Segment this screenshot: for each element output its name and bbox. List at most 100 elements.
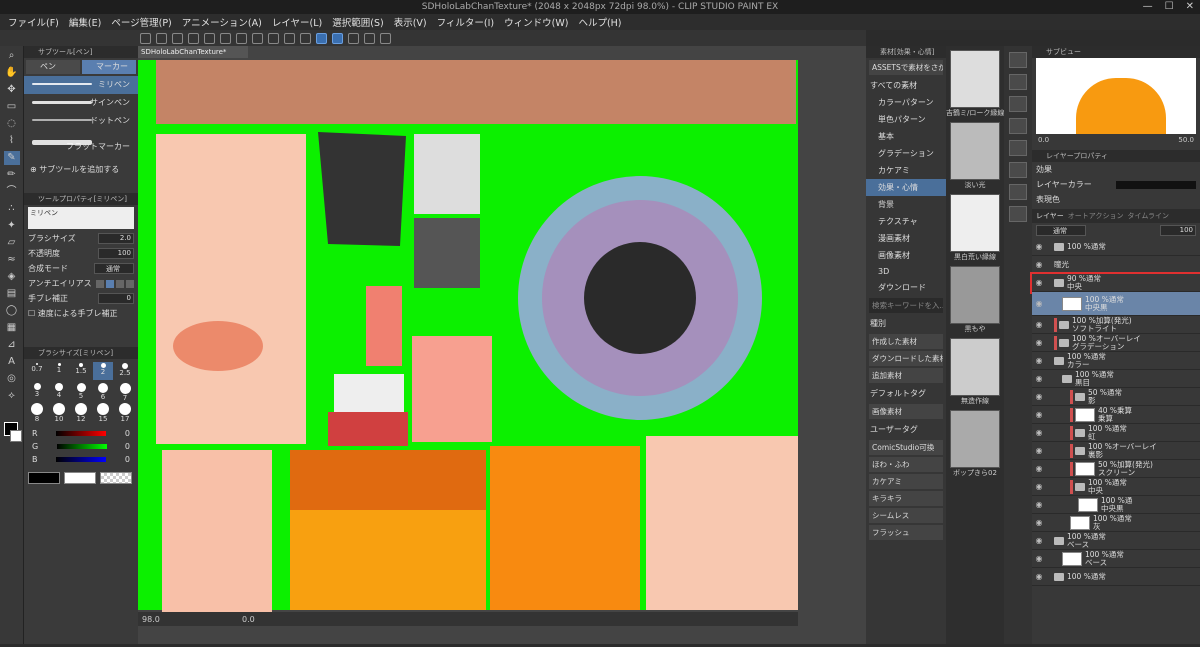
tab-timeline[interactable]: タイムライン [1127,211,1169,221]
material-type-item[interactable]: 作成した素材 [869,334,943,349]
r-slider[interactable] [56,431,107,436]
b-value[interactable]: 0 [125,455,130,464]
blend-mode-select[interactable]: 通常 [94,263,134,274]
eyedropper-icon[interactable]: ⌇ [4,134,20,148]
history-icon[interactable] [1009,118,1027,134]
subtool-tab-pen[interactable]: ペン [26,60,80,74]
menu-selection[interactable]: 選択範囲(S) [332,15,383,29]
redo-icon[interactable] [204,32,215,44]
airbrush-icon[interactable]: ∴ [4,202,20,216]
invert-selection-icon[interactable] [284,32,295,44]
frame-icon[interactable]: ▦ [4,321,20,335]
brush-icon[interactable]: ⌒ [4,185,20,199]
material-tree-item[interactable]: 単色パターン [866,111,946,128]
layer-row[interactable]: ◉ 100 %通常 カラー [1032,352,1200,370]
layer-row[interactable]: ◉ 100 %通常 ベース [1032,532,1200,550]
visibility-eye-icon[interactable]: ◉ [1032,374,1046,383]
clear-icon[interactable] [220,32,231,44]
brush-item-sign[interactable]: サインペン [24,94,138,112]
material-tree-item[interactable]: 漫画素材 [866,230,946,247]
new-icon[interactable] [140,32,151,44]
material-tree-item[interactable]: 効果・心情 [866,179,946,196]
subview-icon[interactable] [1009,74,1027,90]
layer-color-swatch[interactable] [1116,180,1196,189]
brush-size-preset[interactable]: 1 [49,362,69,380]
snap-ruler-icon[interactable] [316,32,327,44]
menu-edit[interactable]: 編集(E) [69,15,101,29]
layer-search-icon[interactable] [1009,140,1027,156]
layer-row[interactable]: ◉ 100 %オーバーレイ 裏影 [1032,442,1200,460]
material-thumbnail[interactable]: 黒白荒い縁線 [946,194,1004,262]
eraser-icon[interactable]: ▱ [4,236,20,250]
menu-help[interactable]: ヘルプ(H) [578,15,621,29]
color-history-white[interactable] [64,472,96,484]
brush-size-preset[interactable]: 5 [71,382,91,400]
brush-size-preset[interactable]: 8 [27,402,47,423]
brush-size-preset[interactable]: 2.5 [115,362,135,380]
user-tag-item[interactable]: フラッシュ [869,525,943,540]
visibility-eye-icon[interactable]: ◉ [1032,410,1046,419]
material-type-item[interactable]: 追加素材 [869,368,943,383]
layer-blend-select[interactable]: 通常 [1036,225,1086,236]
layer-row[interactable]: ◉ 瞳光 [1032,256,1200,274]
brush-size-preset[interactable]: 10 [49,402,69,423]
g-value[interactable]: 0 [125,442,130,451]
stabilization-input[interactable]: 0 [98,293,134,304]
visibility-eye-icon[interactable]: ◉ [1032,260,1046,269]
reference-icon[interactable] [364,32,375,44]
material-thumbnail[interactable]: 無造作線 [946,338,1004,406]
layer-row[interactable]: ◉ 100 %通常 中央 [1032,478,1200,496]
user-tag-item[interactable]: シームレス [869,508,943,523]
material-tree-item[interactable]: 基本 [866,128,946,145]
snap-grid-icon[interactable] [348,32,359,44]
brush-item-milli[interactable]: ミリペン [24,76,138,94]
visibility-eye-icon[interactable]: ◉ [1032,554,1046,563]
brush-size-preset[interactable]: 7 [115,382,135,402]
show-selection-icon[interactable] [300,32,311,44]
move-icon[interactable]: ✥ [4,83,20,97]
menu-file[interactable]: ファイル(F) [8,15,59,29]
tab-layer[interactable]: レイヤー [1036,211,1064,221]
quick-access-icon[interactable] [1009,184,1027,200]
transform-icon[interactable] [252,32,263,44]
layer-row[interactable]: ◉ 100 %通常 [1032,568,1200,586]
visibility-eye-icon[interactable]: ◉ [1032,428,1046,437]
menu-layer[interactable]: レイヤー(L) [272,15,322,29]
pencil-icon[interactable]: ✏ [4,168,20,182]
layer-row[interactable]: ◉ 100 %通常 ベース [1032,550,1200,568]
layer-opacity-input[interactable]: 100 [1160,225,1196,236]
brush-size-preset[interactable]: 4 [49,382,69,400]
g-slider[interactable] [56,444,107,449]
material-type-item[interactable]: ダウンロードした素材 [869,351,943,366]
gradient-icon[interactable]: ▤ [4,287,20,301]
material-tree-item[interactable]: 3D [866,264,946,279]
visibility-eye-icon[interactable]: ◉ [1032,446,1046,455]
snap-special-icon[interactable] [332,32,343,44]
r-value[interactable]: 0 [125,429,130,438]
brush-size-preset[interactable]: 6 [93,382,113,401]
navigator-icon[interactable] [1009,52,1027,68]
document-tab[interactable]: SDHoloLabChanTexture* [138,46,248,58]
undo-icon[interactable] [188,32,199,44]
speed-stabilization-checkbox[interactable]: ☐ 速度による手ブレ補正 [28,308,117,319]
visibility-eye-icon[interactable]: ◉ [1032,572,1046,581]
fill-icon[interactable] [236,32,247,44]
item-bank-icon[interactable] [1009,162,1027,178]
brush-item-flat[interactable]: フラットマーカー [24,130,138,156]
opacity-input[interactable]: 100 [98,248,134,259]
tab-auto-action[interactable]: オートアクション [1068,211,1124,221]
subview-zoom[interactable]: 50.0 [1178,136,1194,144]
color-history-transparent[interactable] [100,472,132,484]
tool-property-icon[interactable] [1009,206,1027,222]
material-search-input[interactable]: 検索キーワードを入... [869,298,943,313]
zoom-readout[interactable]: 98.0 [142,615,160,624]
selection-icon[interactable]: ▭ [4,100,20,114]
material-tree-item[interactable]: ダウンロード [866,279,946,296]
layer-row[interactable]: ◉ 100 %通常虹 [1032,424,1200,442]
subtool-tab-marker[interactable]: マーカー [82,60,136,74]
user-tag-item[interactable]: ComicStudio可換 [869,440,943,455]
add-subtool-button[interactable]: ⊕ サブツールを追加する [24,156,138,183]
default-tag-item[interactable]: 画像素材 [869,404,943,419]
material-tree-item[interactable]: すべての素材 [866,77,946,94]
material-thumbnail[interactable]: 黒もや [946,266,1004,334]
